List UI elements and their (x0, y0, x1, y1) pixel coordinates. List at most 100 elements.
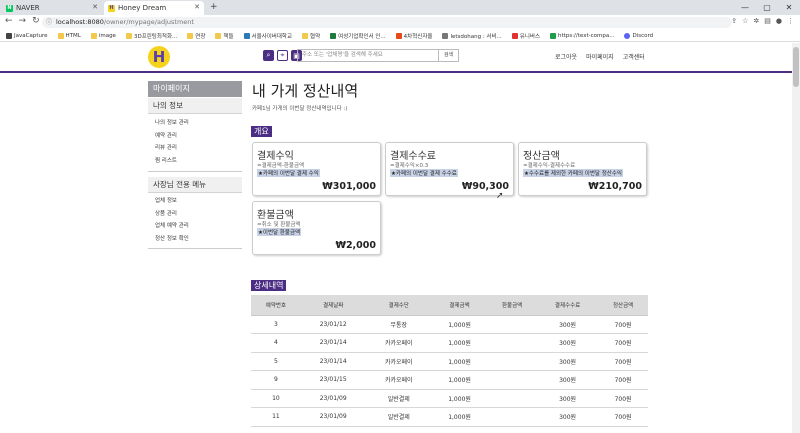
summary-card-settlement-amount: 정산금액 =결제수익-결제수수료 ★수수료를 제외한 카페의 이번달 정산수익 … (518, 142, 647, 196)
maximize-icon[interactable]: ▢ (756, 0, 778, 15)
bookmark-item[interactable]: 여성기업확인서 인... (330, 32, 386, 40)
bookmark-item[interactable]: 책들 (215, 32, 234, 40)
share-icon[interactable]: ⇪ (731, 17, 737, 25)
bookmark-item[interactable]: HTML (57, 32, 81, 39)
new-tab-icon[interactable]: + (210, 2, 218, 12)
minimize-icon[interactable]: — (734, 0, 756, 15)
back-icon[interactable]: ← (5, 16, 19, 26)
sidebar-item-settlement-info[interactable]: 정산 정보 확인 (155, 233, 189, 246)
sidebar-title: 마이페이지 (148, 81, 242, 97)
card-formula: =취소 및 환불금액 (257, 222, 301, 228)
extension-icons: ⇪ ☆ ✲ ▤ ● ⋮ (731, 17, 794, 25)
table-cell: 1,000원 (431, 333, 488, 353)
bookmark-item[interactable]: Discord (624, 32, 653, 39)
browser-tab-bar: N NAVER ✕ H Honey Dream ✕ + — ▢ ✕ (0, 0, 800, 15)
bookmark-item[interactable]: letsdohang : 서비... (442, 32, 502, 40)
table-row: 9 23/01/15 카카오페이 1,000원 300원 700원 (251, 370, 648, 390)
bookmark-icon (550, 32, 557, 39)
address-bar-row: ←→↻ ⓘ localhost:8080/owner/mypage/adjust… (0, 15, 800, 30)
card-value: ₩301,000 (322, 181, 376, 192)
sidebar-section-owner: 사장님 전용 메뉴 (148, 177, 242, 193)
column-header: 예약번호 (251, 295, 301, 316)
site-header: H ⌕ ⌖ ▣ 주소 또는 '업체명'을 검색해 주세요 검색 로그아웃 마이페… (0, 43, 792, 73)
url-field[interactable]: ⓘ localhost:8080/owner/mypage/adjustment (42, 17, 732, 28)
card-title: 정산금액 (523, 151, 560, 162)
info-icon[interactable]: ⓘ (46, 17, 52, 28)
customer-center-link[interactable]: 고객센터 (623, 52, 645, 61)
table-cell: 300원 (537, 389, 599, 408)
bookmark-icon (330, 32, 337, 39)
bookmark-item[interactable]: 4차혁신자율 (395, 32, 432, 40)
bookmark-item[interactable]: image (90, 32, 116, 39)
sidebar-item-review-manage[interactable]: 리뷰 관리 (155, 142, 189, 155)
location-icon[interactable]: ⌖ (277, 50, 288, 61)
table-cell: 9 (251, 370, 301, 390)
search-input[interactable]: 주소 또는 '업체명'을 검색해 주세요 검색 (297, 49, 459, 62)
close-window-icon[interactable]: ✕ (778, 0, 800, 15)
bookmarks-bar: JavaCapture HTML image 3D프린팅최적화... 연장 책들… (0, 30, 800, 42)
page-subtitle: 카페1님 가게의 이번달 정산내역입니다 :) (252, 106, 348, 112)
sidebar-item-my-info-manage[interactable]: 나의 정보 관리 (155, 117, 189, 130)
card-title: 결제수익 (257, 151, 294, 162)
table-cell: 300원 (537, 370, 599, 390)
mouse-cursor-icon: ➚ (496, 191, 504, 201)
table-cell: 3 (251, 315, 301, 334)
bookmark-item[interactable]: 협약 (302, 32, 320, 40)
extensions-icon[interactable]: ✲ (753, 17, 759, 25)
mypage-link[interactable]: 마이페이지 (586, 52, 614, 61)
sidepanel-icon[interactable]: ▤ (764, 17, 771, 25)
folder-icon (302, 32, 309, 39)
bookmark-item[interactable]: JavaCapture (6, 32, 48, 39)
bookmark-item[interactable]: 연장 (187, 32, 205, 40)
menu-icon[interactable]: ⋮ (787, 17, 794, 25)
table-cell: 1,000원 (431, 389, 488, 408)
table-cell (487, 370, 538, 390)
forward-icon[interactable]: → (19, 16, 33, 26)
url-host: localhost:8080 (56, 18, 104, 26)
bookmark-item[interactable]: 서울사이버대학교 (243, 32, 292, 40)
card-title: 환불금액 (257, 210, 294, 221)
sidebar-item-product-manage[interactable]: 상품 관리 (155, 208, 189, 221)
table-cell: 일반결제 (365, 389, 432, 408)
search-icon[interactable]: ⌕ (263, 50, 274, 61)
search-button[interactable]: 검색 (438, 50, 458, 61)
scrollbar-thumb[interactable] (793, 47, 799, 87)
bookmark-item[interactable]: 3D프린팅최적화... (125, 32, 177, 40)
sidebar-item-store-reservation-manage[interactable]: 업체 예약 관리 (155, 220, 189, 233)
browser-tab-naver[interactable]: N NAVER ✕ (2, 1, 102, 15)
bookmark-icon (243, 32, 250, 39)
honey-dream-logo[interactable]: H (148, 46, 170, 68)
close-tab-icon[interactable]: ✕ (92, 3, 98, 11)
page-scrollbar[interactable] (792, 43, 800, 433)
card-formula: =결제수익-결제수수료 (523, 163, 576, 169)
profile-avatar-icon[interactable]: ● (776, 17, 782, 25)
card-value: ₩210,700 (588, 181, 642, 192)
sidebar-item-reservation-manage[interactable]: 예약 관리 (155, 130, 189, 143)
column-header: 결제수단 (365, 295, 432, 316)
logout-link[interactable]: 로그아웃 (555, 52, 577, 61)
column-header: 결제금액 (431, 295, 488, 316)
table-header-row: 예약번호 결제날짜 결제수단 결제금액 환불금액 결제수수료 정산금액 (251, 295, 648, 316)
bookmark-star-icon[interactable]: ☆ (742, 17, 748, 25)
card-note: ★카페의 이번달 결제 수수료 (390, 169, 458, 177)
folder-icon (215, 32, 222, 39)
browser-tab-honey-dream[interactable]: H Honey Dream ✕ (104, 1, 204, 15)
bookmark-item[interactable]: https://text-compa... (550, 32, 614, 39)
bookmark-icon (395, 32, 402, 39)
folder-icon (125, 32, 132, 39)
bookmark-item[interactable]: 유니버스 (511, 32, 540, 40)
close-tab-icon[interactable]: ✕ (194, 3, 200, 11)
naver-favicon-icon: N (6, 4, 13, 12)
detail-label: 상세내역 (251, 280, 287, 291)
table-cell: 1,000원 (431, 370, 488, 390)
nav-controls: ←→↻ (5, 16, 46, 26)
sidebar-item-store-info[interactable]: 업체 정보 (155, 195, 189, 208)
discord-icon (624, 32, 631, 39)
folder-icon (187, 32, 194, 39)
table-cell: 300원 (537, 407, 599, 427)
sidebar-item-wishlist[interactable]: 찜 리스트 (155, 155, 189, 168)
table-cell: 무통장 (365, 315, 432, 334)
column-header: 결제날짜 (300, 295, 366, 316)
table-cell: 700원 (598, 389, 648, 408)
tab-title: Honey Dream (118, 4, 167, 12)
